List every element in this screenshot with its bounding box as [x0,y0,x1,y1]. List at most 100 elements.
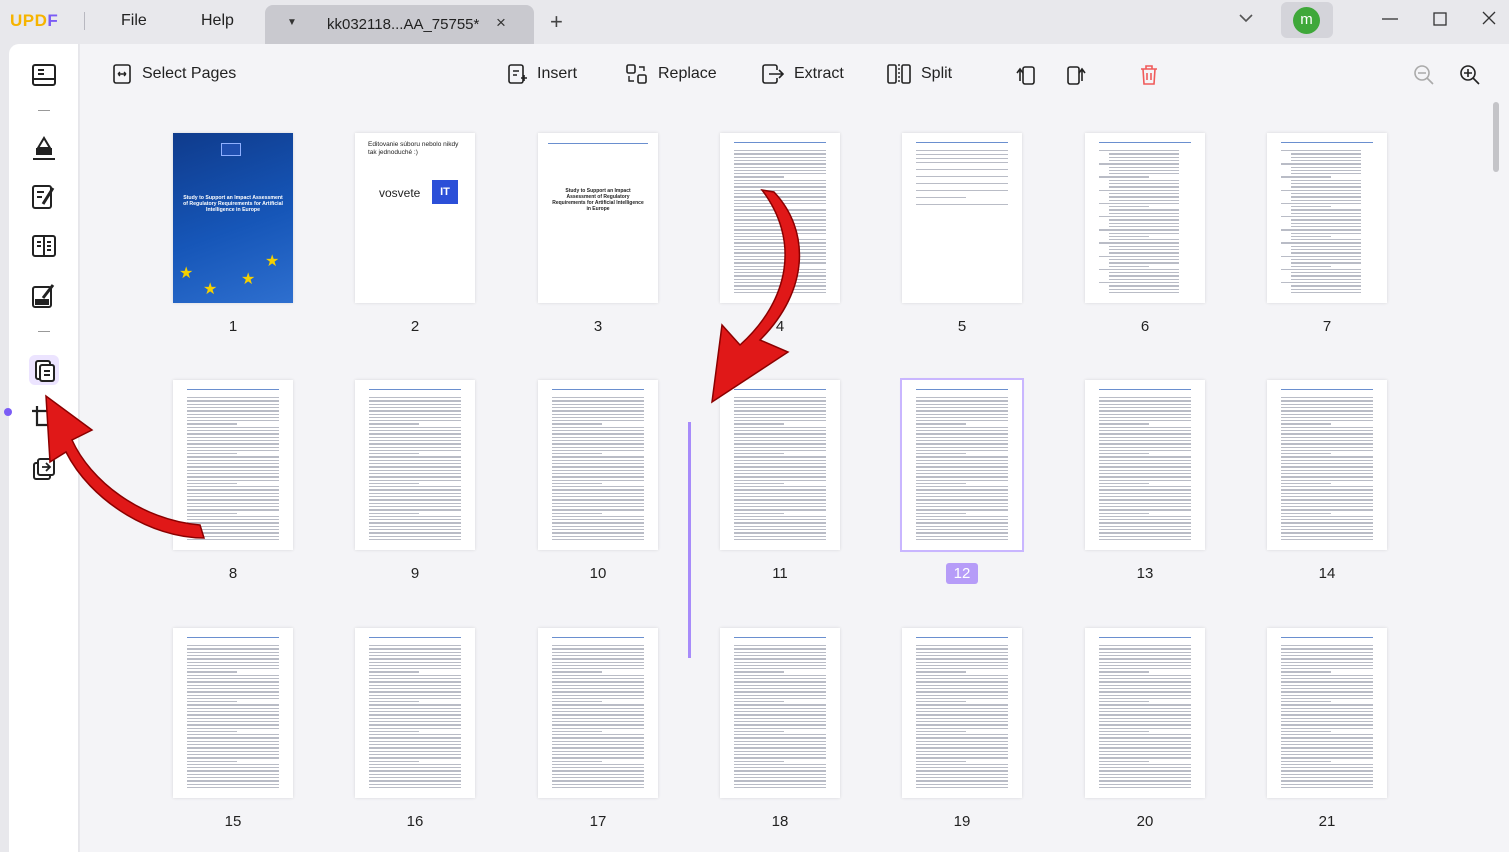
tab-dropdown-icon[interactable]: ▼ [287,17,297,28]
text-line [734,206,784,208]
edit-pdf-icon[interactable] [29,182,59,212]
select-pages-button[interactable]: Select Pages [112,64,236,84]
page-thumbnail-15[interactable] [173,628,293,798]
text-line [1099,674,1191,677]
page-thumbnail-11[interactable] [720,380,840,550]
page-thumbnail-3[interactable]: Study to Support an Impact Assessment of… [538,133,658,303]
text-line [369,472,461,475]
text-line [734,252,826,254]
highlighter-icon[interactable] [29,132,59,162]
text-line [734,456,826,458]
reader-icon[interactable] [29,60,59,90]
text-line [916,456,1008,458]
page-thumbnail-4[interactable] [720,133,840,303]
crop-icon[interactable] [29,403,59,433]
page-thumbnail-16[interactable] [355,628,475,798]
text-line [734,183,826,185]
minimize-icon[interactable] [1381,8,1399,32]
text-line [1291,239,1361,241]
text-line [552,459,644,462]
page-thumbnail-12[interactable] [900,378,1024,552]
account-button[interactable]: m [1281,2,1333,38]
replace-button[interactable]: Replace [626,64,717,84]
page-thumbnail-17[interactable] [538,628,658,798]
page-thumbnail-14[interactable] [1267,380,1387,550]
text-line [187,397,279,399]
text-line [734,397,826,399]
page-thumbnail-8[interactable] [173,380,293,550]
vertical-scrollbar[interactable] [1493,102,1499,172]
text-line [369,512,419,514]
text-line [1109,196,1179,198]
text-line [1281,406,1373,409]
extract-button[interactable]: Extract [762,64,844,84]
document-tab[interactable]: ▼ kk032118...AA_75755* × [265,5,534,44]
page-thumbnail-6[interactable] [1085,133,1205,303]
page-thumbnail-1[interactable]: Study to Support an Impact Assessment of… [173,133,293,303]
text-line [916,740,1008,743]
page-thumbnail-10[interactable] [538,380,658,550]
insert-button[interactable]: Insert [507,64,577,84]
text-line [1281,651,1373,653]
text-line [552,730,602,733]
text-line [187,433,279,435]
new-tab-button[interactable]: + [550,11,563,33]
zoom-in-icon[interactable] [1459,64,1481,86]
text-line [369,420,461,422]
menu-help[interactable]: Help [201,12,234,30]
sign-icon[interactable] [29,281,59,311]
rotate-left-icon[interactable] [1015,64,1037,86]
page-number-4: 4 [775,318,785,335]
text-line [187,459,279,462]
page-thumbnail-19[interactable] [902,628,1022,798]
page-thumbnail-21[interactable] [1267,628,1387,798]
rotate-right-icon[interactable] [1065,64,1087,86]
text-line [1291,179,1361,182]
page-thumbnail-2[interactable]: Editovanie súboru nebolo nikdy tak jedno… [355,133,475,303]
text-line [1281,744,1373,746]
text-line [187,509,279,511]
text-line [369,747,461,749]
text-line [552,509,644,511]
text-line [1281,704,1373,706]
page-thumbnail-7[interactable] [1267,133,1387,303]
maximize-icon[interactable] [1432,8,1448,32]
text-line [369,767,461,769]
text-line [552,532,644,534]
zoom-out-icon[interactable] [1413,64,1435,86]
page-thumbnail-13[interactable] [1085,380,1205,550]
text-line [1281,216,1361,218]
text-line [1281,711,1373,713]
menu-file[interactable]: File [121,12,147,30]
page-thumbnail-9[interactable] [355,380,475,550]
page-number-16: 16 [406,813,424,830]
text-line [1281,678,1373,680]
text-line [187,522,279,524]
delete-icon[interactable] [1139,64,1159,86]
text-line [1099,694,1191,696]
organize-pages-button[interactable] [29,355,59,385]
text-line [734,522,826,524]
text-line [916,671,966,673]
selected-page-badge: 12 [945,563,979,584]
text-line [552,406,644,409]
text-line [916,505,1008,508]
text-line [734,179,826,182]
text-line [916,661,1008,663]
text-line [1291,262,1361,264]
text-line [187,482,237,485]
chevron-down-icon[interactable] [1238,10,1254,26]
tab-close-icon[interactable]: × [496,13,506,33]
split-button[interactable]: Split [887,64,952,84]
text-line [1281,420,1373,422]
batch-icon[interactable] [29,454,59,484]
page-thumbnail-18[interactable] [720,628,840,798]
page-thumbnail-5[interactable] [902,133,1022,303]
text-line [1109,235,1149,238]
text-line [916,466,1008,468]
close-window-icon[interactable] [1481,8,1497,32]
text-line [552,482,602,485]
form-icon[interactable] [29,231,59,261]
page-thumbnail-20[interactable] [1085,628,1205,798]
text-line [1099,648,1191,650]
